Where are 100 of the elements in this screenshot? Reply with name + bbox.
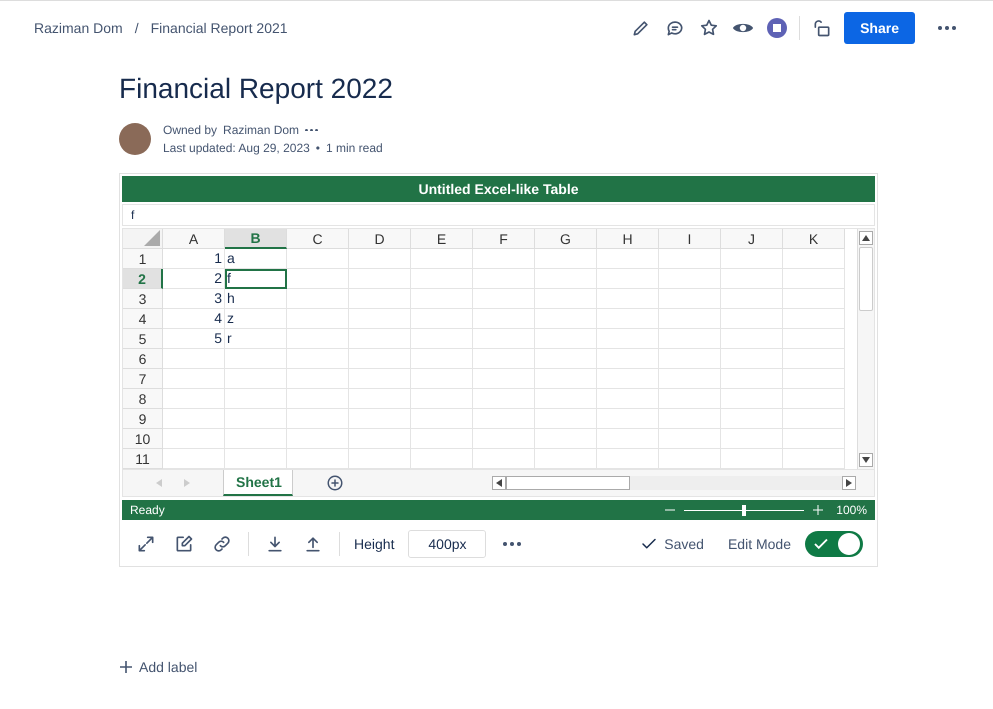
table-cell[interactable]	[659, 309, 721, 329]
table-cell[interactable]	[597, 249, 659, 269]
table-cell[interactable]	[659, 289, 721, 309]
table-cell[interactable]	[225, 409, 287, 429]
table-cell[interactable]	[473, 329, 535, 349]
table-cell[interactable]	[349, 369, 411, 389]
table-cell[interactable]	[721, 429, 783, 449]
table-cell[interactable]	[411, 329, 473, 349]
table-cell[interactable]	[473, 369, 535, 389]
table-cell[interactable]	[783, 269, 845, 289]
table-cell[interactable]	[783, 409, 845, 429]
table-cell[interactable]	[473, 389, 535, 409]
column-header[interactable]: I	[659, 229, 721, 249]
table-cell[interactable]	[721, 329, 783, 349]
table-cell[interactable]	[473, 449, 535, 469]
scrollbar-thumb[interactable]	[506, 476, 630, 490]
table-cell[interactable]	[783, 249, 845, 269]
table-cell[interactable]	[287, 369, 349, 389]
table-cell[interactable]	[535, 329, 597, 349]
breadcrumb-link[interactable]: Financial Report 2021	[150, 20, 288, 36]
row-header[interactable]: 7	[123, 369, 163, 389]
table-cell[interactable]	[349, 409, 411, 429]
column-header[interactable]: H	[597, 229, 659, 249]
table-cell[interactable]	[163, 409, 225, 429]
table-cell[interactable]	[225, 449, 287, 469]
table-cell[interactable]	[473, 289, 535, 309]
table-cell[interactable]	[659, 249, 721, 269]
table-cell[interactable]: 1	[163, 249, 225, 269]
table-cell[interactable]	[287, 449, 349, 469]
table-cell[interactable]	[721, 369, 783, 389]
table-cell[interactable]	[163, 429, 225, 449]
table-cell[interactable]	[659, 269, 721, 289]
table-cell[interactable]	[411, 429, 473, 449]
column-header[interactable]: F	[473, 229, 535, 249]
table-cell[interactable]	[597, 309, 659, 329]
table-cell[interactable]	[597, 269, 659, 289]
table-cell[interactable]	[597, 349, 659, 369]
table-cell[interactable]	[659, 449, 721, 469]
breadcrumb-link[interactable]: Raziman Dom	[34, 20, 123, 36]
table-cell[interactable]	[535, 409, 597, 429]
table-cell[interactable]	[659, 429, 721, 449]
table-cell[interactable]	[535, 309, 597, 329]
sheet-tab[interactable]: Sheet1	[223, 470, 293, 496]
column-header[interactable]: E	[411, 229, 473, 249]
table-cell[interactable]	[535, 249, 597, 269]
table-cell[interactable]	[287, 429, 349, 449]
row-header[interactable]: 4	[123, 309, 163, 329]
table-cell[interactable]	[163, 389, 225, 409]
column-header[interactable]: B	[225, 229, 287, 249]
previous-icon[interactable]	[156, 479, 162, 487]
table-cell[interactable]	[411, 369, 473, 389]
row-header[interactable]: 10	[123, 429, 163, 449]
table-cell[interactable]	[411, 389, 473, 409]
add-label-button[interactable]: Add label	[119, 659, 993, 675]
row-header[interactable]: 1	[123, 249, 163, 269]
scroll-left-button[interactable]	[492, 476, 506, 490]
table-cell[interactable]	[163, 369, 225, 389]
table-cell[interactable]	[225, 389, 287, 409]
column-header[interactable]: K	[783, 229, 845, 249]
table-cell[interactable]	[411, 249, 473, 269]
scroll-up-button[interactable]	[859, 231, 873, 245]
table-cell[interactable]	[473, 429, 535, 449]
table-cell[interactable]	[535, 389, 597, 409]
table-cell[interactable]	[783, 449, 845, 469]
row-header[interactable]: 11	[123, 449, 163, 469]
table-cell[interactable]	[287, 269, 349, 289]
table-cell[interactable]	[473, 269, 535, 289]
table-cell[interactable]: r	[225, 329, 287, 349]
row-header[interactable]: 5	[123, 329, 163, 349]
table-cell[interactable]	[535, 269, 597, 289]
table-cell[interactable]	[349, 329, 411, 349]
table-cell[interactable]: h	[225, 289, 287, 309]
table-cell[interactable]	[783, 389, 845, 409]
table-cell[interactable]	[597, 449, 659, 469]
column-header[interactable]: D	[349, 229, 411, 249]
table-cell[interactable]	[659, 349, 721, 369]
row-header[interactable]: 8	[123, 389, 163, 409]
table-cell[interactable]	[597, 329, 659, 349]
table-cell[interactable]: z	[225, 309, 287, 329]
table-cell[interactable]	[597, 389, 659, 409]
table-cell[interactable]	[411, 309, 473, 329]
table-cell[interactable]	[783, 349, 845, 369]
table-cell[interactable]	[721, 349, 783, 369]
table-cell[interactable]: 5	[163, 329, 225, 349]
table-cell[interactable]	[597, 429, 659, 449]
table-cell[interactable]	[721, 449, 783, 469]
table-cell[interactable]	[349, 449, 411, 469]
table-cell[interactable]	[721, 289, 783, 309]
table-cell[interactable]	[535, 289, 597, 309]
table-cell[interactable]	[287, 249, 349, 269]
table-cell[interactable]	[721, 249, 783, 269]
table-cell[interactable]	[287, 289, 349, 309]
table-cell[interactable]	[411, 349, 473, 369]
table-cell[interactable]	[535, 429, 597, 449]
table-cell[interactable]	[225, 369, 287, 389]
table-cell[interactable]	[535, 349, 597, 369]
table-cell[interactable]	[783, 289, 845, 309]
table-cell[interactable]	[535, 449, 597, 469]
row-header[interactable]: 3	[123, 289, 163, 309]
table-cell[interactable]	[287, 349, 349, 369]
